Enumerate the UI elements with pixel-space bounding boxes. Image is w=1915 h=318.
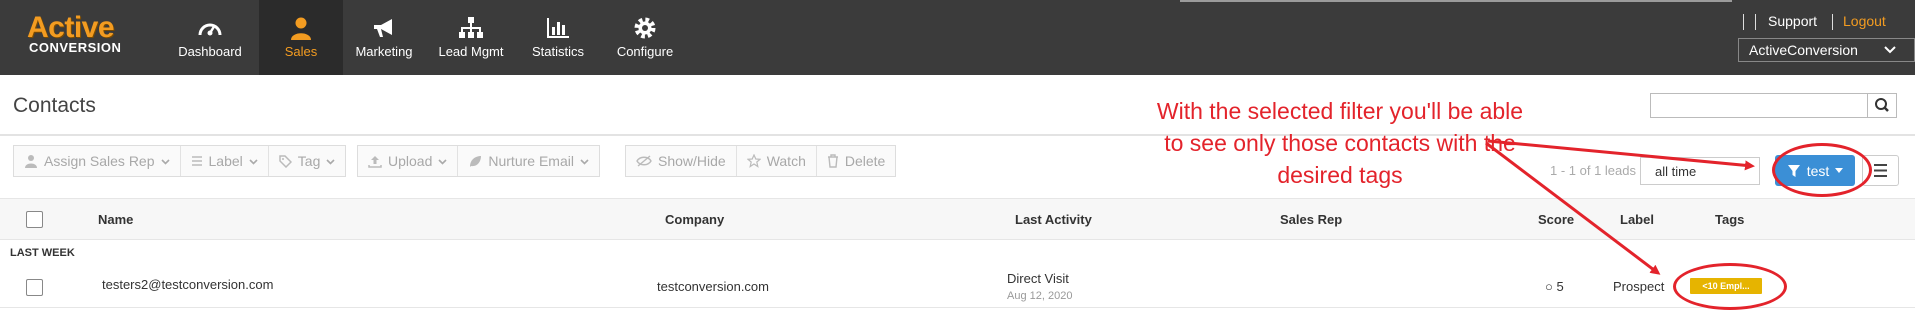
- arrow-to-filter: [1487, 139, 1755, 171]
- arrow-to-tag: [1485, 141, 1661, 275]
- annotation-arrows: [1485, 139, 1755, 275]
